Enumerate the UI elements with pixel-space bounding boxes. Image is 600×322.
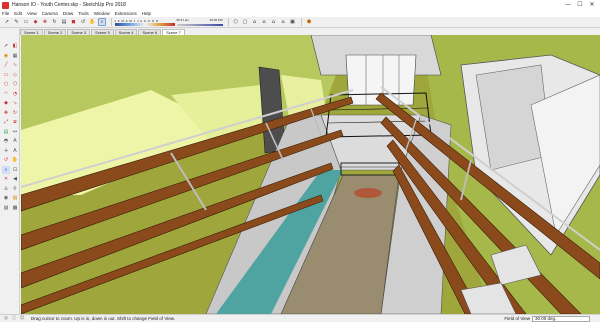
move-icon[interactable]: ✥ [2, 109, 10, 118]
close-button[interactable]: ✕ [586, 0, 598, 10]
menu-file[interactable]: File [2, 11, 9, 16]
paint-bucket-icon[interactable]: ◼ [70, 18, 78, 26]
section-plane-icon[interactable]: ▧ [11, 194, 19, 203]
toolbar-separator [301, 18, 302, 26]
rotate-icon[interactable]: ↻ [11, 109, 19, 118]
months-slider[interactable]: J F M A M J J A S O N D [114, 18, 175, 26]
dimension-icon[interactable]: ↔ [11, 128, 19, 137]
shadow-time-end: 06:25 PM [209, 18, 223, 22]
window-controls: — ☐ ✕ [562, 0, 598, 10]
push-pull-icon[interactable]: ◆ [32, 18, 40, 26]
freehand-icon[interactable]: ∿ [11, 61, 19, 70]
move-icon[interactable]: ✥ [41, 18, 49, 26]
back-view-icon[interactable]: ⌂ [270, 18, 278, 26]
menu-edit[interactable]: Edit [14, 11, 22, 16]
window-title: Hanson IO - Youth Center.skp - SketchUp … [12, 2, 126, 8]
line-icon[interactable]: ╱ [2, 61, 10, 70]
select-icon[interactable]: ➚ [2, 42, 10, 51]
left-view-icon[interactable]: ⌂ [279, 18, 287, 26]
pie-icon[interactable]: ◔ [11, 90, 19, 99]
shadow-time-bar [176, 24, 223, 26]
sketchup-logo-icon [2, 1, 9, 9]
menu-view[interactable]: View [27, 11, 37, 16]
toolbar-separator [110, 18, 112, 26]
walk-icon[interactable]: ⚲ [11, 185, 19, 194]
model-viewport[interactable] [21, 35, 600, 314]
menu-tools[interactable]: Tools [78, 11, 89, 16]
status-bar: ◎ ⓘ ☺ Drag cursor to zoom. Up is in, dow… [0, 314, 600, 322]
main-toolbar: ➚ ✎ ▭ ◆ ✥ ↻ ▤ ◼ ↺ ✋ ⌕ J F M A M J J A S … [0, 17, 600, 28]
shadow-time-slider[interactable]: 06:27 am 06:25 PM [175, 18, 225, 26]
model-render [21, 35, 600, 314]
orbit-icon[interactable]: ↺ [2, 156, 10, 165]
top-view-icon[interactable]: ▢ [241, 18, 249, 26]
large-tool-set: ➚ ◧ ◉ ▦ ╱ ∿ ▭ ◇ ○ ⬡ ◠ ◔ ◆ ⤷ ✥ ↻ ⤢ ⧈ ▤ ↔ … [0, 28, 20, 314]
menu-window[interactable]: Window [94, 11, 110, 16]
line-icon[interactable]: ✎ [13, 18, 21, 26]
rectangle-icon[interactable]: ▭ [22, 18, 30, 26]
menu-draw[interactable]: Draw [63, 11, 74, 16]
vcb-label: Field of View [504, 316, 530, 321]
select-icon[interactable]: ➚ [3, 18, 11, 26]
maximize-button[interactable]: ☐ [574, 0, 586, 10]
minimize-button[interactable]: — [562, 0, 574, 10]
user-icon[interactable]: ☺ [19, 316, 25, 322]
extension-warehouse-icon[interactable]: ⬢ [305, 18, 313, 26]
status-hint: Drag cursor to zoom. Up is in, down is o… [31, 316, 175, 321]
zoom-icon[interactable]: ⌕ [2, 165, 10, 174]
look-around-icon[interactable]: ◉ [2, 194, 10, 203]
front-view-icon[interactable]: ⌂ [251, 18, 259, 26]
make-component-icon[interactable]: ▦ [11, 52, 19, 61]
protractor-icon[interactable]: ◓ [2, 137, 10, 146]
menu-extensions[interactable]: Extensions [115, 11, 137, 16]
position-camera-icon[interactable]: ♙ [2, 185, 10, 194]
push-pull-icon[interactable]: ◆ [2, 99, 10, 108]
shadow-time-start: 06:27 am [176, 18, 190, 22]
circle-icon[interactable]: ○ [2, 80, 10, 89]
zoom-window-icon[interactable]: ⊡ [11, 166, 19, 175]
measurements-field[interactable]: 30.00 deg. [532, 315, 590, 322]
follow-me-icon[interactable]: ⤷ [11, 99, 19, 108]
geolocation-icon[interactable]: ◎ [3, 316, 9, 322]
credits-icon[interactable]: ⓘ [11, 316, 17, 322]
shadow-time-labels: 06:27 am 06:25 PM [177, 18, 223, 22]
polygon-icon[interactable]: ⬡ [11, 80, 19, 89]
curved-bench [354, 188, 382, 198]
right-view-icon[interactable]: ⌂ [260, 18, 268, 26]
sketchup-window: Hanson IO - Youth Center.skp - SketchUp … [0, 0, 600, 322]
iso-view-icon[interactable]: ⬡ [232, 18, 240, 26]
toolbar-separator [227, 18, 229, 26]
arc-icon[interactable]: ◠ [2, 90, 10, 99]
months-bar [114, 23, 175, 26]
menu-help[interactable]: Help [142, 11, 151, 16]
scale-icon[interactable]: ⤢ [2, 118, 10, 127]
orbit-icon[interactable]: ↺ [79, 18, 87, 26]
tape-measure-icon[interactable]: ▤ [60, 18, 68, 26]
previous-view-icon[interactable]: ◀ [11, 175, 19, 184]
zoom-icon[interactable]: ⌕ [98, 18, 106, 26]
display-section-icon[interactable]: ▨ [2, 204, 10, 213]
title-bar: Hanson IO - Youth Center.skp - SketchUp … [0, 0, 600, 10]
offset-icon[interactable]: ⧈ [11, 118, 19, 127]
status-icons: ◎ ⓘ ☺ [3, 316, 27, 322]
bottom-view-icon[interactable]: ▣ [289, 18, 297, 26]
menu-bar: File Edit View Camera Draw Tools Window … [0, 10, 600, 17]
rotate-icon[interactable]: ↻ [51, 18, 59, 26]
zoom-extents-icon[interactable]: ✕ [2, 175, 10, 184]
rectangle-icon[interactable]: ▭ [2, 71, 10, 80]
paint-bucket-icon[interactable]: ◉ [2, 52, 10, 61]
pan-icon[interactable]: ✋ [11, 156, 19, 165]
pan-icon[interactable]: ✋ [89, 18, 97, 26]
menu-camera[interactable]: Camera [42, 11, 58, 16]
section-cut-icon[interactable]: ▩ [11, 204, 19, 213]
tape-measure-icon[interactable]: ▤ [2, 128, 10, 137]
rotated-rectangle-icon[interactable]: ◇ [11, 71, 19, 80]
3d-text-icon[interactable]: A [11, 147, 19, 156]
eraser-icon[interactable]: ◧ [11, 42, 19, 51]
text-icon[interactable]: A [11, 137, 19, 146]
scene-tabs: Scene 1 Scene 2 Scene 3 Scene 5 Scene 4 … [20, 28, 186, 35]
axes-icon[interactable]: ✛ [2, 147, 10, 156]
